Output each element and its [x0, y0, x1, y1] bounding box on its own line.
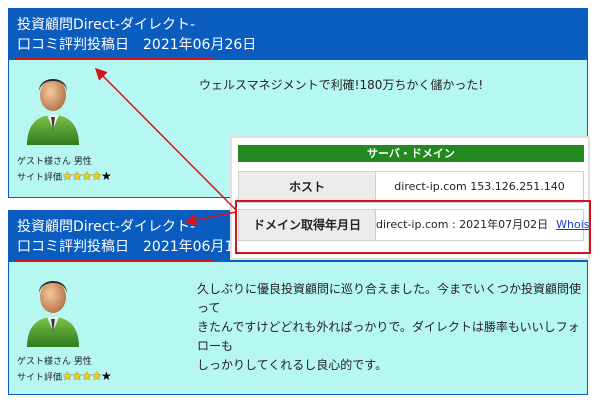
arrow-annotation-icon — [94, 67, 237, 226]
